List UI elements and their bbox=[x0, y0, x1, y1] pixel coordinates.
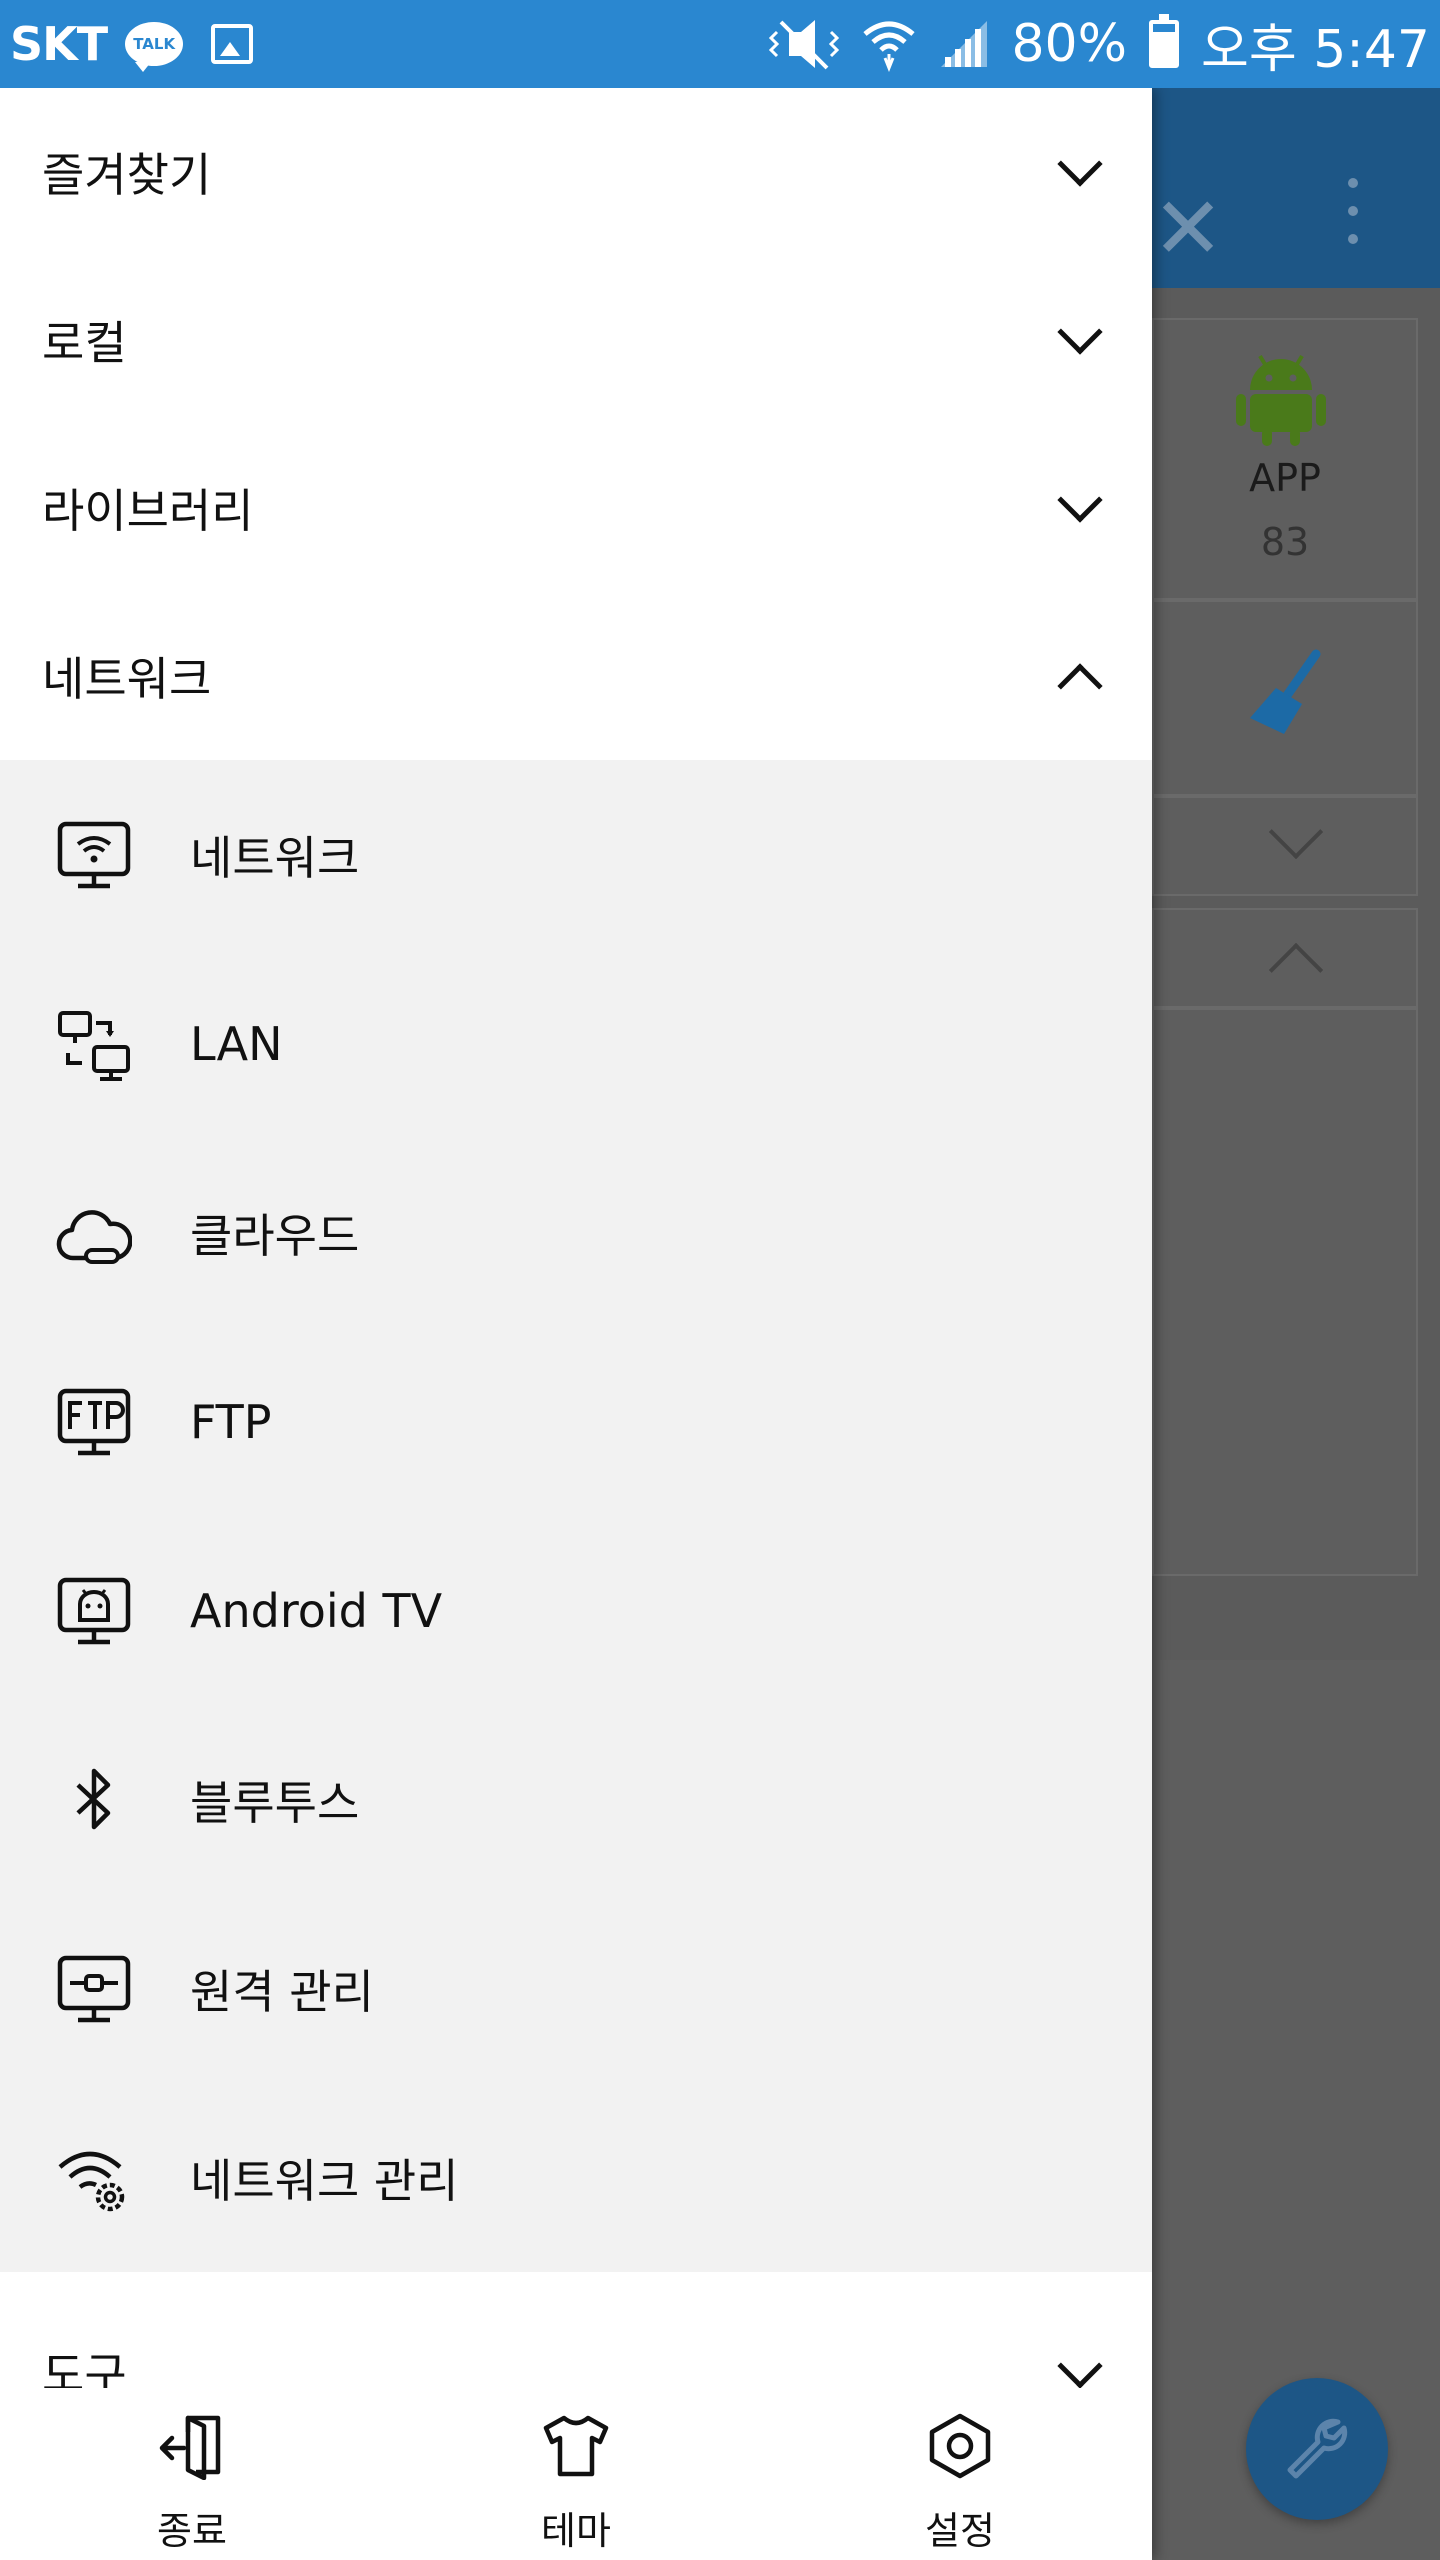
network-item-label: 네트워크 관리 bbox=[190, 2153, 459, 2208]
wrench-icon bbox=[1287, 2418, 1348, 2479]
bluetooth-icon bbox=[76, 1768, 111, 1830]
chevron-up-icon bbox=[1057, 663, 1103, 709]
background-content: APP 83 bbox=[1152, 288, 1440, 1660]
app-category-label: APP bbox=[1249, 456, 1321, 500]
cleaner-card bbox=[1152, 600, 1418, 796]
kakaotalk-icon: TALK bbox=[125, 22, 184, 72]
section-favorites[interactable]: 즐겨찾기 bbox=[0, 88, 1152, 256]
section-label: 라이브러리 bbox=[42, 484, 254, 538]
background-app: ✕ APP 83 bbox=[1152, 88, 1440, 2560]
expanded-row bbox=[1152, 908, 1418, 1008]
app-count: 83 bbox=[1260, 520, 1310, 564]
more-options-icon bbox=[1348, 178, 1358, 244]
network-item-label: Android TV bbox=[190, 1583, 443, 1638]
network-item-bluetooth[interactable]: 블루투스 bbox=[0, 1705, 1152, 1894]
network-sublist: 네트워크 LAN 클라우드 FTP Android TV 블루투스 원격 관리 … bbox=[0, 760, 1152, 2272]
content-panel bbox=[1152, 1008, 1418, 1576]
settings-label: 설정 bbox=[925, 2509, 995, 2553]
network-item-network-manage[interactable]: 네트워크 관리 bbox=[0, 2083, 1152, 2272]
wifi-icon bbox=[863, 21, 916, 72]
network-item-label: FTP bbox=[190, 1394, 272, 1449]
chevron-down-icon bbox=[1057, 477, 1103, 523]
section-label: 네트워크 bbox=[42, 652, 212, 706]
broom-icon bbox=[1250, 649, 1321, 734]
theme-label: 테마 bbox=[541, 2509, 611, 2553]
android-icon bbox=[1236, 354, 1326, 446]
lan-icon bbox=[58, 1011, 130, 1081]
android-tv-icon bbox=[57, 1577, 131, 1645]
section-label: 즐겨찾기 bbox=[42, 148, 212, 202]
network-item-ftp[interactable]: FTP bbox=[0, 1327, 1152, 1516]
carrier-name: SKT bbox=[10, 17, 108, 71]
cloud-icon bbox=[56, 1210, 132, 1264]
remote-manage-icon bbox=[57, 1955, 131, 2023]
network-item-label: LAN bbox=[190, 1016, 283, 1071]
chevron-down-icon bbox=[1057, 2343, 1103, 2389]
battery-percent: 80% bbox=[1011, 14, 1128, 74]
network-item-android-tv[interactable]: Android TV bbox=[0, 1516, 1152, 1705]
network-item-label: 블루투스 bbox=[190, 1775, 360, 1830]
battery-icon bbox=[1149, 14, 1180, 68]
gear-icon bbox=[929, 2413, 991, 2479]
section-library[interactable]: 라이브러리 bbox=[0, 424, 1152, 592]
network-manage-icon bbox=[58, 2151, 125, 2212]
network-item-label: 네트워크 bbox=[190, 830, 360, 885]
exit-label: 종료 bbox=[157, 2509, 227, 2553]
settings-button[interactable]: 설정 bbox=[860, 2388, 1060, 2560]
close-icon: ✕ bbox=[1152, 179, 1225, 279]
section-network[interactable]: 네트워크 bbox=[0, 592, 1152, 760]
network-item-label: 원격 관리 bbox=[190, 1964, 374, 2019]
talk-badge-text: TALK bbox=[133, 35, 176, 53]
exit-icon bbox=[159, 2415, 221, 2480]
network-item-cloud[interactable]: 클라우드 bbox=[0, 1138, 1152, 1327]
signal-icon bbox=[941, 21, 988, 67]
mute-vibrate-icon bbox=[769, 20, 840, 70]
chevron-down-icon bbox=[1057, 309, 1103, 355]
theme-button[interactable]: 테마 bbox=[476, 2388, 676, 2560]
background-toolbar: ✕ bbox=[1152, 88, 1440, 288]
shirt-icon bbox=[543, 2415, 609, 2477]
gallery-icon bbox=[211, 24, 254, 64]
app-card: APP 83 bbox=[1152, 318, 1418, 600]
ftp-icon bbox=[57, 1388, 131, 1456]
chevron-down-icon bbox=[1057, 141, 1103, 187]
network-item-remote-manage[interactable]: 원격 관리 bbox=[0, 1894, 1152, 2083]
collapsed-row bbox=[1152, 796, 1418, 896]
network-monitor-icon bbox=[57, 821, 131, 889]
exit-button[interactable]: 종료 bbox=[92, 2388, 292, 2560]
tools-fab bbox=[1246, 2378, 1388, 2520]
network-item-label: 클라우드 bbox=[190, 1208, 360, 1263]
clock: 오후 5:47 bbox=[1201, 19, 1430, 80]
section-local[interactable]: 로컬 bbox=[0, 256, 1152, 424]
status-bar: SKT TALK 80% 오후 5:47 bbox=[0, 0, 1440, 88]
navigation-drawer: 즐겨찾기 로컬 라이브러리 네트워크 네트워크 LAN 클라우드 FTP And… bbox=[0, 88, 1152, 2560]
network-item-network[interactable]: 네트워크 bbox=[0, 760, 1152, 949]
section-label: 로컬 bbox=[42, 316, 127, 370]
network-item-lan[interactable]: LAN bbox=[0, 949, 1152, 1138]
drawer-bottom-bar: 종료 테마 설정 bbox=[0, 2388, 1152, 2560]
